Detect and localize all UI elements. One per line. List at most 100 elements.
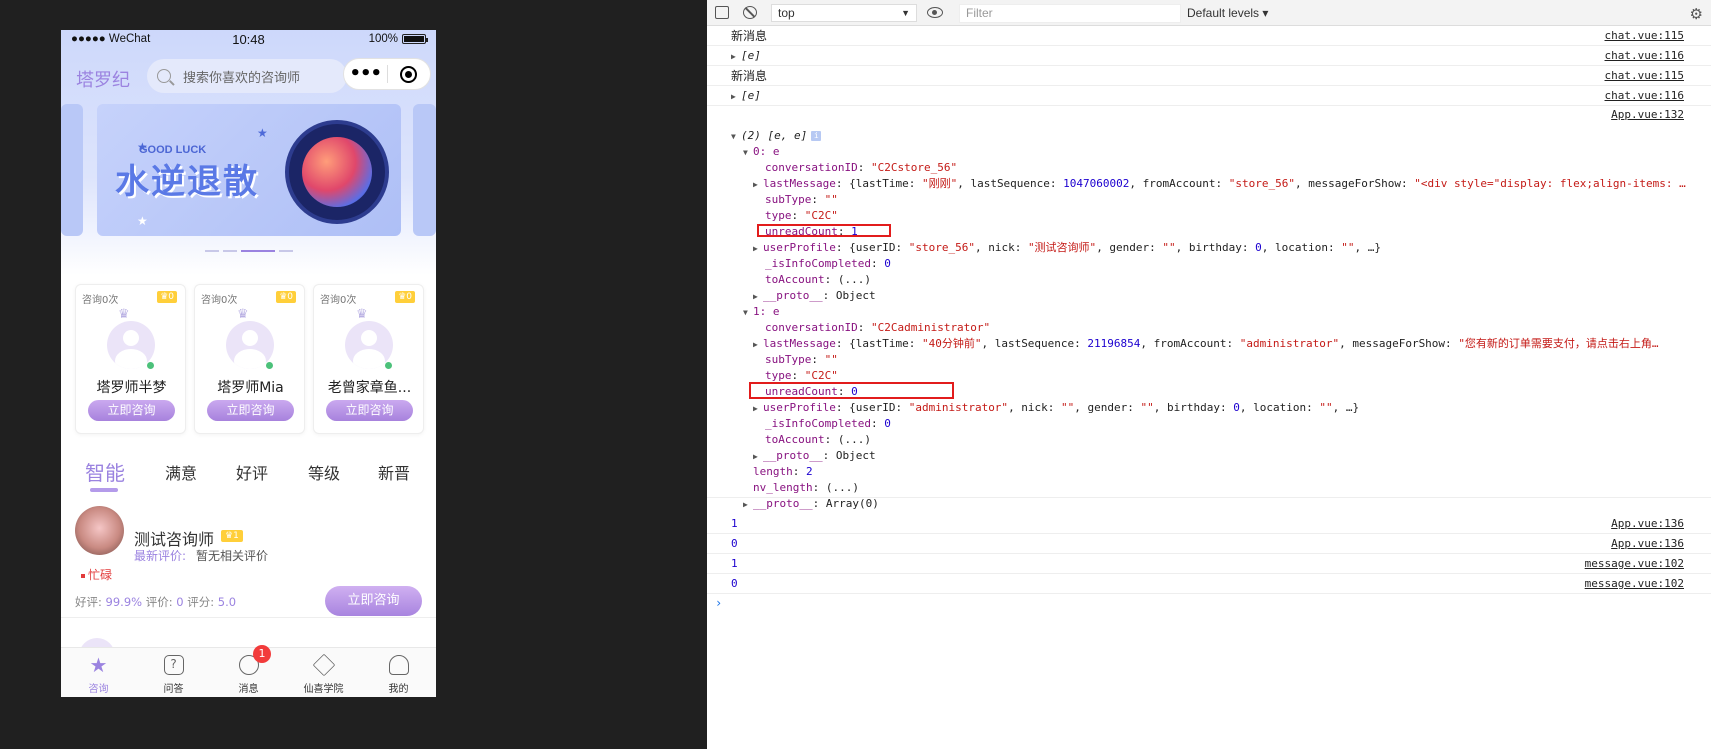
- tabbar-item-academy[interactable]: 仙喜学院: [286, 648, 361, 697]
- source-link[interactable]: App.vue:136: [1611, 534, 1684, 554]
- search-input[interactable]: 搜索你喜欢的咨询师: [147, 59, 347, 93]
- active-tab-indicator: [90, 488, 118, 492]
- log-text: 新消息: [731, 29, 768, 43]
- prop-lastMessage[interactable]: ▶ lastMessage: {lastTime: "刚刚", lastSeque…: [753, 176, 1686, 192]
- console-log-row: 0 App.vue:136: [707, 534, 1711, 554]
- prop-proto[interactable]: ▶ __proto__: Object: [753, 288, 876, 304]
- consult-button[interactable]: 立即咨询: [325, 586, 422, 616]
- console-log-row[interactable]: ▶ [e] chat.vue:116: [707, 86, 1711, 106]
- advisor-card[interactable]: 咨询0次 ♛0 ♛ 塔罗师Mia 立即咨询: [194, 284, 305, 434]
- crown-icon: ♛: [118, 307, 130, 322]
- banner-slide[interactable]: ★ ★ ★ GOOD LUCK 水逆退散: [97, 104, 401, 236]
- console-toolbar: top ▼ Filter Default levels ▾ ⚙: [707, 0, 1711, 26]
- source-link[interactable]: chat.vue:115: [1605, 66, 1684, 86]
- expand-triangle-icon: ▶: [753, 452, 758, 461]
- nav-bar: 塔罗纪 搜索你喜欢的咨询师 •••: [61, 58, 436, 98]
- close-miniprogram-button[interactable]: [388, 65, 431, 83]
- highlight-box: [749, 382, 954, 399]
- tabbar-item-consult[interactable]: ★ 咨询: [61, 648, 136, 697]
- eye-icon[interactable]: [927, 7, 943, 18]
- consult-button[interactable]: 立即咨询: [207, 400, 294, 421]
- consult-button[interactable]: 立即咨询: [326, 400, 413, 421]
- clear-console-icon[interactable]: [743, 6, 757, 19]
- tab-new[interactable]: 新晋: [378, 460, 410, 484]
- array-item-header[interactable]: ▼ 1: e: [743, 304, 780, 320]
- star-icon: ★: [89, 653, 108, 677]
- expand-triangle-icon[interactable]: ▶: [731, 87, 741, 107]
- console-input[interactable]: ›: [707, 594, 1711, 614]
- consult-button[interactable]: 立即咨询: [88, 400, 175, 421]
- filter-input[interactable]: Filter: [959, 4, 1181, 23]
- source-link[interactable]: message.vue:102: [1585, 554, 1684, 574]
- prop-isInfoCompleted: _isInfoCompleted: 0: [765, 417, 891, 430]
- bottom-tab-bar: ★ 咨询 ? 问答 1 消息 仙喜学院 我的: [61, 645, 436, 697]
- pagination-dot: [278, 250, 293, 252]
- prop-conversationID: conversationID: "C2Cstore_56": [765, 161, 958, 174]
- prop-userProfile[interactable]: ▶ userProfile: {userID: "store_56", nick:…: [753, 240, 1381, 256]
- prop-proto[interactable]: ▶ __proto__: Object: [753, 448, 876, 464]
- tab-good-reviews[interactable]: 好评: [236, 460, 268, 484]
- tabbar-label: 问答: [163, 684, 184, 695]
- expand-triangle-icon: ▶: [753, 292, 758, 301]
- review-label: 最新评价:: [134, 549, 187, 563]
- tabbar-label: 消息: [238, 684, 259, 695]
- prop-nv-length[interactable]: nv_length: (...): [753, 480, 859, 496]
- prop-lastMessage[interactable]: ▶ lastMessage: {lastTime: "40分钟前", lastSe…: [753, 336, 1659, 352]
- console-log-row: 新消息 chat.vue:115: [707, 26, 1711, 46]
- pagination-dot: [222, 250, 237, 252]
- context-value: top: [778, 6, 795, 20]
- prop-toAccount[interactable]: toAccount: (...): [765, 272, 871, 288]
- online-dot: [384, 361, 393, 370]
- advisor-list-item[interactable]: 测试咨询师 ♛1 最新评价: 暂无相关评价 忙碌 好评: 99.9% 评价: 0…: [61, 506, 436, 618]
- prop-array-proto[interactable]: ▶ __proto__: Array(0): [743, 496, 879, 512]
- banner-next-slide[interactable]: [413, 104, 436, 236]
- banner-pagination: [61, 250, 436, 252]
- source-link[interactable]: App.vue:136: [1611, 514, 1684, 534]
- level-badge: ♛0: [276, 291, 296, 303]
- expand-triangle-icon: ▶: [753, 340, 758, 349]
- sidebar-toggle-icon[interactable]: [715, 6, 729, 19]
- prop-toAccount[interactable]: toAccount: (...): [765, 432, 871, 448]
- prop-userProfile[interactable]: ▶ userProfile: {userID: "administrator", …: [753, 400, 1359, 416]
- tabbar-item-qa[interactable]: ? 问答: [136, 648, 211, 697]
- devtools-console-panel: top ▼ Filter Default levels ▾ ⚙ 新消息 chat…: [707, 0, 1711, 749]
- advisor-stats: 好评: 99.9% 评价: 0 评分: 5.0: [75, 595, 237, 609]
- pagination-dot: [204, 250, 219, 252]
- source-link[interactable]: chat.vue:116: [1605, 46, 1684, 66]
- chevron-down-icon: ▼: [901, 8, 910, 18]
- fish-icon: [302, 137, 372, 207]
- array-item-header[interactable]: ▼ 0: e: [743, 144, 780, 160]
- banner-art-text: 水逆退散: [115, 162, 259, 202]
- prop-conversationID: conversationID: "C2Cadministrator": [765, 321, 991, 334]
- expand-triangle-icon[interactable]: ▶: [731, 47, 741, 67]
- search-icon: [157, 69, 171, 83]
- tab-level[interactable]: 等级: [308, 460, 340, 484]
- tabbar-item-messages[interactable]: 1 消息: [211, 645, 286, 697]
- search-placeholder: 搜索你喜欢的咨询师: [183, 70, 301, 86]
- source-link[interactable]: chat.vue:116: [1605, 86, 1684, 106]
- crown-icon: ♛: [356, 307, 368, 322]
- advisor-card[interactable]: 咨询0次 ♛0 ♛ 塔罗师半梦 立即咨询: [75, 284, 186, 434]
- banner-prev-slide[interactable]: [61, 104, 83, 236]
- array-header[interactable]: ▼ (2) [e, e] i: [731, 128, 822, 144]
- more-menu-button[interactable]: •••: [344, 58, 387, 90]
- tab-satisfaction[interactable]: 满意: [165, 460, 197, 484]
- status-badge: 忙碌: [81, 566, 112, 583]
- battery-percent: 100%: [368, 33, 398, 45]
- tabbar-item-profile[interactable]: 我的: [361, 648, 436, 697]
- tabbar-label: 仙喜学院: [303, 684, 344, 695]
- prop-subType: subType: "": [765, 193, 838, 206]
- log-levels-dropdown[interactable]: Default levels ▾: [1187, 6, 1268, 20]
- source-link[interactable]: chat.vue:115: [1605, 26, 1684, 46]
- context-select[interactable]: top ▼: [771, 4, 917, 22]
- source-link[interactable]: message.vue:102: [1585, 574, 1684, 594]
- prop-isInfoCompleted: _isInfoCompleted: 0: [765, 257, 891, 270]
- tab-smart[interactable]: 智能: [85, 457, 125, 486]
- console-log-row[interactable]: ▶ [e] chat.vue:116: [707, 46, 1711, 66]
- advisor-card[interactable]: 咨询0次 ♛0 ♛ 老曾家章鱼... 立即咨询: [313, 284, 424, 434]
- gear-icon[interactable]: ⚙: [1690, 5, 1703, 23]
- pisces-emblem: [285, 120, 389, 224]
- advisor-name: 塔罗师Mia: [217, 380, 284, 396]
- source-link[interactable]: App.vue:132: [1611, 108, 1684, 121]
- expanded-array-log: App.vue:132 ▼ (2) [e, e] i ▼ 0: e conversat…: [707, 106, 1711, 510]
